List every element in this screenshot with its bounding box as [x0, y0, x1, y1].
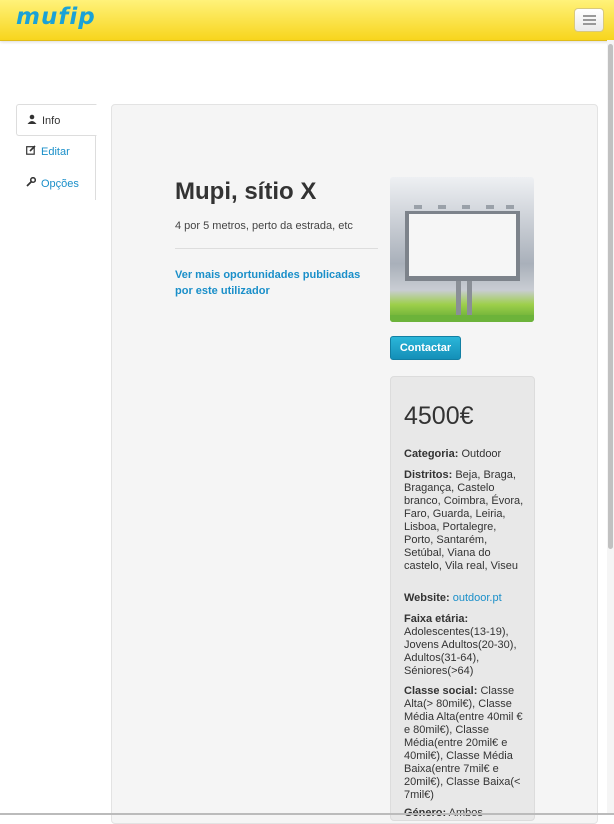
nav-item-opcoes[interactable]: Opções [16, 168, 96, 200]
listing-price: 4500€ [404, 402, 474, 430]
hamburger-icon-bar [583, 19, 596, 21]
billboard-image[interactable] [390, 177, 534, 322]
field-faixa-etaria: Faixa etária: Adolescentes(13-19), Joven… [404, 613, 526, 678]
listing-description: 4 por 5 metros, perto da estrada, etc [175, 220, 353, 232]
hamburger-icon [583, 15, 596, 17]
field-classe-social: Classe social: Classe Alta(> 80mil€), Cl… [404, 685, 526, 802]
top-navbar: mufip [0, 0, 614, 41]
nav-item-info[interactable]: Info [16, 104, 97, 136]
nav-item-label: Info [42, 115, 61, 127]
edit-icon [26, 137, 38, 169]
nav-item-label: Editar [41, 146, 70, 158]
contact-button[interactable]: Contactar [390, 336, 461, 360]
scrollbar-thumb[interactable] [608, 44, 613, 549]
field-label: Faixa etária: [404, 613, 469, 625]
nav-item-label: Opções [41, 178, 79, 190]
side-navigation: Info Editar Opções [16, 104, 97, 200]
user-icon [27, 106, 39, 138]
page-scrollbar[interactable] [607, 40, 614, 815]
field-label: Classe social: [404, 685, 478, 697]
field-value: Adolescentes(13-19), Jovens Adultos(20-3… [404, 626, 517, 677]
nav-item-editar[interactable]: Editar [16, 136, 96, 168]
field-distritos: Distritos: Beja, Braga, Bragança, Castel… [404, 469, 526, 573]
more-opportunities-link[interactable]: Ver mais oportunidades publicadas por es… [175, 267, 375, 299]
listing-title: Mupi, sítio X [175, 178, 317, 205]
field-value: Outdoor [461, 448, 502, 460]
field-categoria: Categoria: Outdoor [404, 448, 526, 461]
hamburger-icon-bar [583, 23, 596, 25]
field-label: Categoria: [404, 448, 459, 460]
website-link[interactable]: outdoor.pt [453, 592, 502, 604]
field-website: Website: outdoor.pt [404, 592, 526, 605]
field-label: Website: [404, 592, 450, 604]
field-value: Classe Alta(> 80mil€), Classe Média Alta… [404, 685, 523, 801]
wrench-icon [26, 169, 38, 201]
mufip-logo[interactable]: mufip [16, 4, 96, 30]
field-value: Beja, Braga, Bragança, Castelo branco, C… [404, 469, 524, 572]
divider [175, 248, 378, 249]
menu-toggle-button[interactable] [574, 8, 604, 32]
field-label: Distritos: [404, 469, 453, 481]
